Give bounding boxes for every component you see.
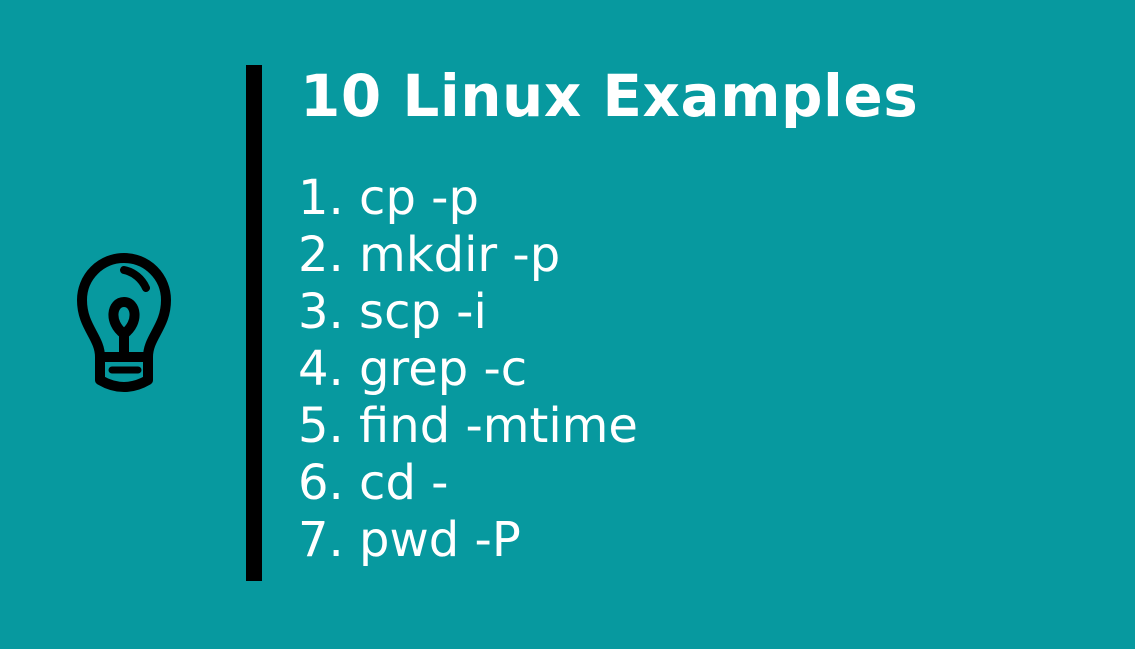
list-item: 2. mkdir -p <box>298 227 561 283</box>
page-title: 10 Linux Examples <box>300 62 919 130</box>
list-item: 5. find -mtime <box>298 398 638 454</box>
examples-list: 1. cp -p 2. mkdir -p 3. scp -i 4. grep -… <box>298 170 638 569</box>
list-item: 3. scp -i <box>298 284 487 340</box>
lightbulb-icon <box>72 252 176 394</box>
divider-bar <box>246 65 262 581</box>
list-item: 6. cd - <box>298 455 449 511</box>
list-item: 1. cp -p <box>298 170 479 226</box>
list-item: 7. pwd -P <box>298 512 521 568</box>
list-item: 4. grep -c <box>298 341 528 397</box>
